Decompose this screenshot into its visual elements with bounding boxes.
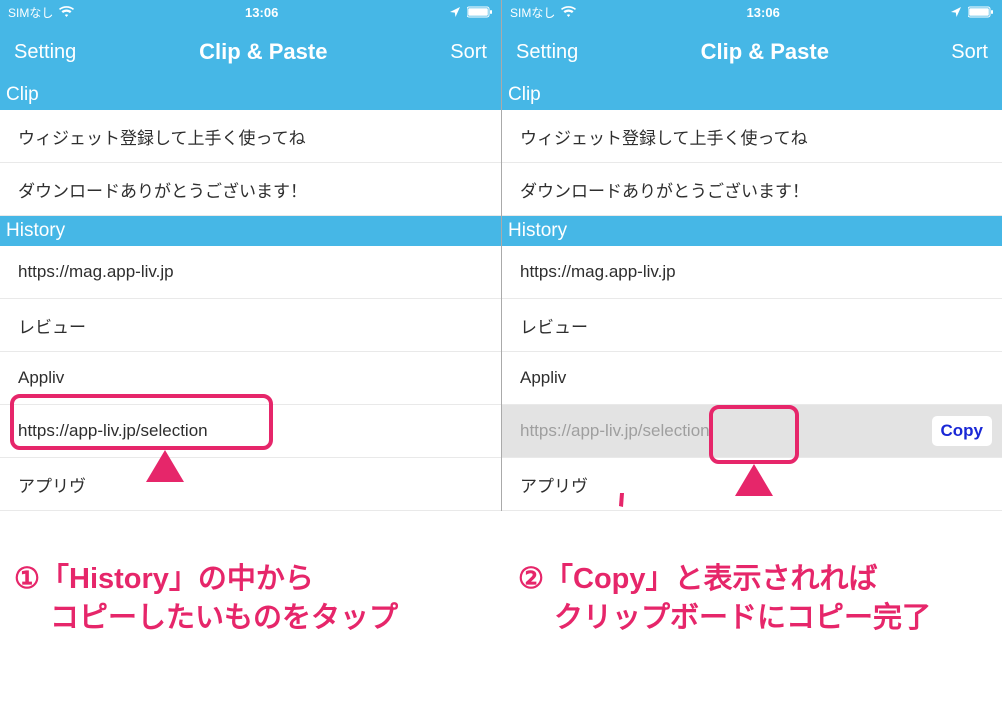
- history-header: History: [502, 216, 1002, 246]
- history-item[interactable]: https://mag.app-liv.jp: [0, 246, 501, 299]
- sort-button[interactable]: Sort: [450, 41, 487, 64]
- navbar: Setting Clip & Paste Sort: [0, 24, 501, 80]
- panel-right: SIMなし 13:06 Setting Clip & Paste Sort Cl…: [501, 0, 1002, 511]
- clip-item[interactable]: ウィジェット登録して上手く使ってね: [502, 110, 1002, 163]
- history-item[interactable]: Appliv: [502, 352, 1002, 405]
- caption-line: クリップボードにコピー完了: [518, 599, 931, 638]
- history-item-selected[interactable]: https://app-liv.jp/selection Copy: [502, 405, 1002, 458]
- history-item[interactable]: レビュー: [0, 299, 501, 352]
- carrier-text: SIMなし: [8, 4, 53, 21]
- history-item[interactable]: レビュー: [502, 299, 1002, 352]
- location-icon: [950, 6, 962, 18]
- history-item[interactable]: Appliv: [0, 352, 501, 405]
- clip-header: Clip: [502, 80, 1002, 110]
- setting-button[interactable]: Setting: [516, 41, 578, 64]
- statusbar: SIMなし 13:06: [0, 0, 501, 24]
- sort-button[interactable]: Sort: [951, 41, 988, 64]
- wifi-icon: [59, 6, 74, 18]
- panel-left: SIMなし 13:06 Setting Clip & Paste Sort Cl…: [0, 0, 501, 511]
- copy-popup[interactable]: Copy: [932, 416, 993, 446]
- app-title: Clip & Paste: [701, 39, 829, 65]
- history-header: History: [0, 216, 501, 246]
- history-item[interactable]: https://mag.app-liv.jp: [502, 246, 1002, 299]
- history-item[interactable]: https://app-liv.jp/selection: [0, 405, 501, 458]
- caption-line: コピーしたいものをタップ: [14, 599, 398, 638]
- caption-line: ①「History」の中から: [14, 560, 398, 599]
- clip-item[interactable]: ウィジェット登録して上手く使ってね: [0, 110, 501, 163]
- clip-item[interactable]: ダウンロードありがとうございます！: [0, 163, 501, 216]
- location-icon: [449, 6, 461, 18]
- carrier-text: SIMなし: [510, 4, 555, 21]
- annotation-caption: ①「History」の中から コピーしたいものをタップ: [14, 560, 398, 638]
- annotation-mark-icon: [617, 493, 627, 507]
- history-item[interactable]: アプリヴ: [502, 458, 1002, 511]
- wifi-icon: [561, 6, 576, 18]
- history-item-label: https://app-liv.jp/selection: [520, 421, 710, 441]
- caption-line: ②「Copy」と表示されれば: [518, 560, 931, 599]
- history-item[interactable]: アプリヴ: [0, 458, 501, 511]
- clip-header: Clip: [0, 80, 501, 110]
- app-title: Clip & Paste: [199, 39, 327, 65]
- annotation-caption: ②「Copy」と表示されれば クリップボードにコピー完了: [518, 560, 931, 638]
- battery-icon: [968, 6, 994, 18]
- navbar: Setting Clip & Paste Sort: [502, 24, 1002, 80]
- clip-item[interactable]: ダウンロードありがとうございます！: [502, 163, 1002, 216]
- setting-button[interactable]: Setting: [14, 41, 76, 64]
- statusbar: SIMなし 13:06: [502, 0, 1002, 24]
- battery-icon: [467, 6, 493, 18]
- statusbar-time: 13:06: [576, 5, 950, 20]
- statusbar-time: 13:06: [74, 5, 449, 20]
